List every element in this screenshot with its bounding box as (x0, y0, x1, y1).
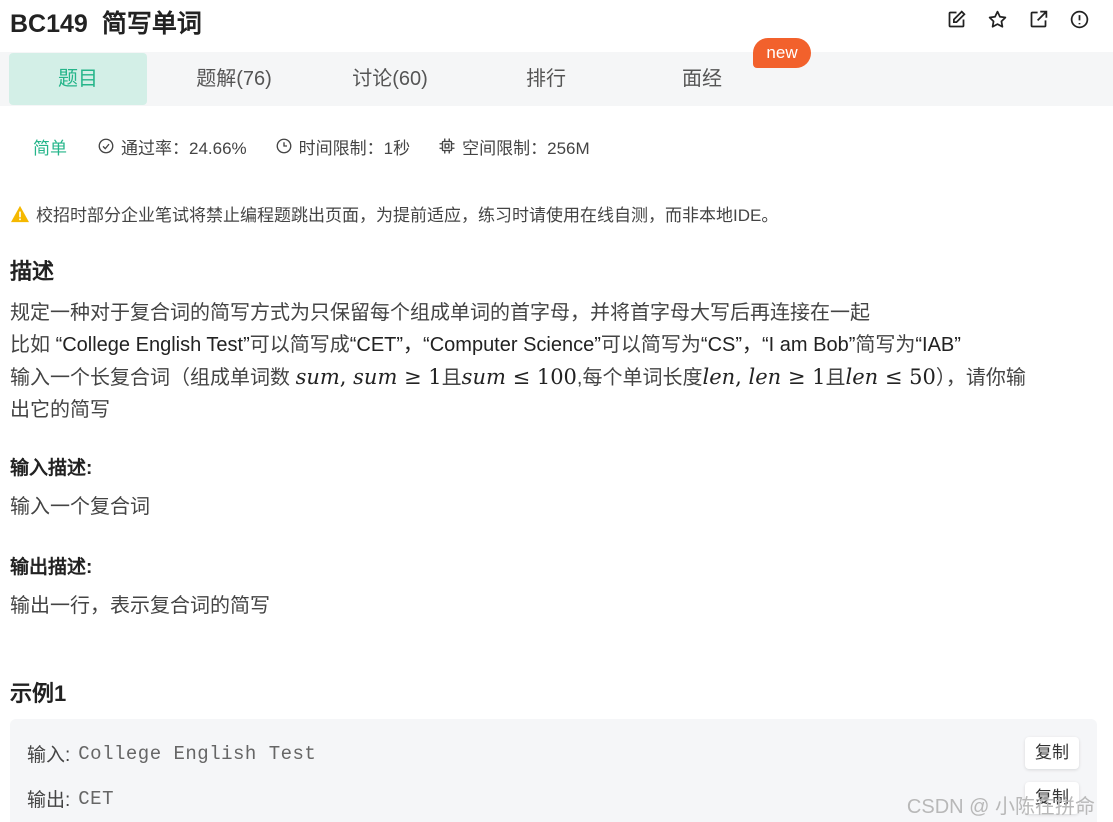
example-input-value[interactable]: College English Test (78, 743, 316, 765)
example-output-value[interactable]: CET (78, 788, 114, 810)
watermark: CSDN @ 小陈在拼命 (906, 796, 1095, 818)
problem-title: 简写单词 (101, 10, 202, 38)
edit-icon[interactable] (945, 8, 968, 31)
input-description-text: 输入一个复合词 (10, 496, 150, 518)
page-title: BC149 简写单词 (10, 4, 202, 40)
description-heading: 描述 (10, 259, 55, 284)
tab-interview[interactable]: 面经 (632, 53, 772, 105)
difficulty-label: 简单 (33, 138, 67, 158)
example-input-label: 输入: (27, 745, 71, 766)
tab-ranking[interactable]: 排行 (476, 53, 616, 105)
space-limit: 空间限制：256M (438, 134, 590, 159)
constraint-math: sum, sum ≥ 1 (295, 365, 442, 389)
description-line-2: 比如 “College English Test”可以简写成“CET”，“Com… (10, 334, 961, 356)
input-description-heading: 输入描述: (10, 458, 93, 479)
warning-text: 校招时部分企业笔试将禁止编程题跳出页面，为提前适应，练习时请使用在线自测，而非本… (36, 206, 779, 225)
example-output-row: 输出: CET (27, 785, 114, 812)
space-limit-text: 空间限制：256M (462, 138, 590, 158)
time-limit-text: 时间限制：1秒 (298, 138, 411, 158)
description-line-3: 输入一个长复合词（组成单词数 sum, sum ≥ 1且sum ≤ 100,每个… (10, 365, 1026, 389)
description-text: 规定一种对于复合词的简写方式为只保留每个组成单词的首字母，并将首字母大写后再连接… (10, 297, 1026, 426)
problem-header: BC149 简写单词 (0, 0, 1113, 44)
clock-icon (276, 138, 292, 154)
output-description-text: 输出一行，表示复合词的简写 (10, 595, 270, 617)
tab-discussion[interactable]: 讨论(60) (320, 53, 460, 105)
header-actions (945, 8, 1091, 31)
chip-icon (439, 138, 455, 154)
pass-rate: 通过率：24.66% (97, 134, 247, 159)
problem-id: BC149 (10, 10, 88, 38)
example-output-label: 输出: (27, 790, 71, 811)
example-heading: 示例1 (10, 681, 67, 706)
warning-icon (11, 205, 29, 222)
report-icon[interactable] (1068, 8, 1091, 31)
example-input-row: 输入: College English Test (27, 740, 316, 767)
description-line-4: 出它的简写 (10, 399, 110, 421)
tab-bar: 题目 题解(76) 讨论(60) 排行 面经 (0, 52, 1113, 106)
check-circle-icon (98, 138, 114, 154)
tab-problem[interactable]: 题目 (9, 53, 147, 105)
description-line-1: 规定一种对于复合词的简写方式为只保留每个组成单词的首字母，并将首字母大写后再连接… (10, 302, 870, 324)
output-description-heading: 输出描述: (10, 557, 93, 578)
new-badge: new (753, 38, 811, 68)
star-icon[interactable] (986, 8, 1009, 31)
pass-rate-text: 通过率：24.66% (121, 138, 247, 158)
tab-solutions[interactable]: 题解(76) (164, 53, 304, 105)
problem-meta: 简单 通过率：24.66% 时间限制：1秒 空间限制：256M (33, 134, 618, 158)
external-link-icon[interactable] (1027, 8, 1050, 31)
warning-notice: 校招时部分企业笔试将禁止编程题跳出页面，为提前适应，练习时请使用在线自测，而非本… (10, 201, 778, 226)
copy-input-button[interactable]: 复制 (1025, 737, 1079, 769)
time-limit: 时间限制：1秒 (275, 134, 410, 159)
